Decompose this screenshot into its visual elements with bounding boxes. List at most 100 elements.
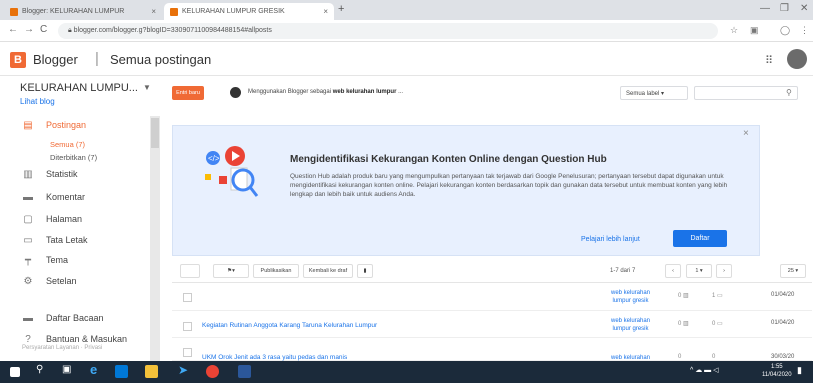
card-title: Mengidentifikasi Kekurangan Konten Onlin… (290, 154, 607, 165)
reload-icon[interactable]: C (40, 24, 47, 35)
header-separator: | (95, 50, 99, 67)
blogger-favicon-icon (10, 7, 18, 16)
page-count: 1-7 dari 7 (610, 268, 636, 274)
per-page-value: 25 (787, 268, 794, 274)
app-name: Blogger (33, 52, 78, 67)
sidebar-footer[interactable]: Persyaratan Layanan · Privasi (22, 345, 102, 351)
taskbar-clock[interactable]: 1:55 11/04/2020 (762, 363, 792, 379)
page-select[interactable]: 1 ▾ (686, 264, 712, 278)
star-icon[interactable]: ☆ (730, 25, 738, 36)
post-comments[interactable]: 0 ▭ (712, 320, 723, 327)
sidebar-item-statistik[interactable]: ▥ Statistik (0, 165, 150, 183)
clock-date: 11/04/2020 (762, 372, 792, 378)
browser-tab-blogger[interactable]: Blogger: KELURAHAN LUMPUR × (4, 3, 162, 20)
sidebar-item-label: Postingan (46, 120, 87, 130)
sidebar-item-label: Bantuan & Masukan (46, 334, 128, 344)
row-checkbox[interactable] (183, 293, 192, 302)
sidebar-item-label: Statistik (46, 169, 78, 179)
url-input[interactable]: 🔒︎ blogger.com/blogger.g?blogID=33090711… (58, 23, 718, 39)
sidebar-item-postingan[interactable]: ▤ Postingan (0, 116, 150, 134)
clock-time: 1:55 (770, 364, 783, 370)
sidebar-item-label: Setelan (46, 276, 77, 286)
sidebar-item-tata-letak[interactable]: ▭ Tata Letak (0, 231, 150, 249)
post-comments[interactable]: 1 ▭ (712, 292, 723, 299)
apps-grid-icon[interactable]: ⠿ (765, 54, 773, 67)
search-icon[interactable]: ⚲ (786, 88, 792, 97)
sidebar-sub-diterbitkan[interactable]: Diterbitkan (7) (50, 153, 97, 162)
search-icon[interactable]: ⚲ (36, 364, 43, 375)
post-views: 0 ▥ (678, 293, 689, 299)
telegram-icon[interactable]: ➤ (178, 363, 188, 377)
system-tray-icons[interactable]: ^ ☁ ▬ ◁ (690, 366, 719, 374)
select-all-checkbox[interactable] (180, 264, 200, 278)
label-filter-select[interactable]: Semua label ▾ (620, 86, 688, 100)
close-icon[interactable]: × (743, 128, 749, 139)
label-menu-button[interactable]: ⚑▾ (213, 264, 249, 278)
delete-button[interactable]: ▮ (357, 264, 373, 278)
card-body: Question Hub adalah produk baru yang men… (290, 173, 728, 198)
sidebar-scrollbar[interactable] (150, 116, 160, 361)
post-title[interactable]: UKM Orok Jenit ada 3 rasa yaitu pedas da… (202, 354, 347, 361)
page-icon: ▢ (23, 213, 33, 225)
store-icon[interactable] (115, 365, 128, 378)
publish-button[interactable]: Publikasikan (253, 264, 299, 278)
post-title[interactable]: Kegiatan Rutinan Anggota Karang Taruna K… (202, 322, 377, 329)
close-tab-icon[interactable]: × (151, 7, 156, 16)
revert-to-draft-button[interactable]: Kembali ke draf (303, 264, 353, 278)
view-blog-link[interactable]: Lihat blog (20, 97, 55, 106)
gear-icon: ⚙︎ (23, 275, 33, 287)
tab-title: KELURAHAN LUMPUR GRESIK (182, 8, 285, 15)
register-button[interactable]: Daftar (673, 230, 727, 247)
avatar[interactable] (787, 49, 807, 69)
browser-tab-bar: Blogger: KELURAHAN LUMPUR × KELURAHAN LU… (0, 0, 813, 20)
minimize-icon[interactable]: — (760, 3, 770, 14)
row-checkbox[interactable] (183, 348, 192, 357)
sidebar-sub-semua[interactable]: Semua (7) (50, 140, 85, 149)
sidebar-item-setelan[interactable]: ⚙︎ Setelan (0, 272, 150, 290)
profile-icon[interactable]: ◯ (780, 25, 790, 36)
task-view-icon[interactable]: ▣ (62, 364, 71, 375)
sidebar-item-halaman[interactable]: ▢ Halaman (0, 210, 150, 228)
help-icon: ? (25, 333, 31, 345)
question-hub-illustration-icon: </> (205, 146, 259, 197)
learn-more-link[interactable]: Pelajari lebih lanjut (581, 236, 640, 243)
views-icon: ▥ (683, 293, 689, 299)
tab-title: Blogger: KELURAHAN LUMPUR (22, 8, 125, 15)
notification-icon[interactable]: ▮ (797, 365, 802, 376)
file-explorer-icon[interactable] (145, 365, 158, 378)
close-tab-icon[interactable]: × (323, 7, 328, 16)
close-window-icon[interactable]: ✕ (800, 3, 808, 14)
row-checkbox[interactable] (183, 322, 192, 331)
back-icon[interactable]: ← (8, 24, 18, 35)
extension-icon[interactable]: ▣ (750, 25, 759, 36)
menu-icon[interactable]: ⋮ (800, 25, 809, 36)
sidebar-item-daftar-bacaan[interactable]: ▬ Daftar Bacaan (0, 309, 150, 327)
new-post-button[interactable]: Entri baru (172, 86, 204, 100)
search-input[interactable] (694, 86, 798, 100)
chrome-icon[interactable] (206, 365, 219, 378)
blogger-logo-icon[interactable]: B (10, 52, 26, 68)
prev-page-button[interactable]: ‹ (665, 264, 681, 278)
post-views: 0 ▥ (678, 321, 689, 327)
next-page-button[interactable]: › (716, 264, 732, 278)
maximize-icon[interactable]: ❐ (780, 3, 789, 14)
post-label[interactable]: web kelurahan lumpur gresik (608, 289, 653, 305)
blog-name-selector[interactable]: KELURAHAN LUMPU... (20, 82, 138, 94)
sidebar-item-tema[interactable]: ┯ Tema (0, 251, 150, 269)
post-views: 0 (678, 354, 682, 360)
post-label[interactable]: web kelurahan lumpur gresik (608, 317, 653, 333)
per-page-select[interactable]: 25 ▾ (780, 264, 806, 278)
browser-tab-site[interactable]: KELURAHAN LUMPUR GRESIK × (164, 3, 334, 20)
windows-start-icon[interactable] (10, 367, 20, 377)
word-icon[interactable] (238, 365, 251, 378)
using-blogger-as-text[interactable]: Menggunakan Blogger sebagai web keluraha… (248, 89, 403, 95)
sidebar-item-komentar[interactable]: ▬ Komentar (0, 188, 150, 206)
trash-icon: ▮ (363, 268, 367, 274)
new-tab-icon[interactable]: + (338, 3, 344, 15)
tag-icon: ⚑▾ (227, 268, 235, 274)
chevron-down-icon[interactable]: ▼ (143, 83, 151, 92)
forward-icon[interactable]: → (24, 24, 34, 35)
sidebar-scrollbar-thumb[interactable] (151, 118, 159, 148)
edge-icon[interactable]: e (90, 362, 97, 377)
post-comments[interactable]: 0 (712, 354, 715, 360)
